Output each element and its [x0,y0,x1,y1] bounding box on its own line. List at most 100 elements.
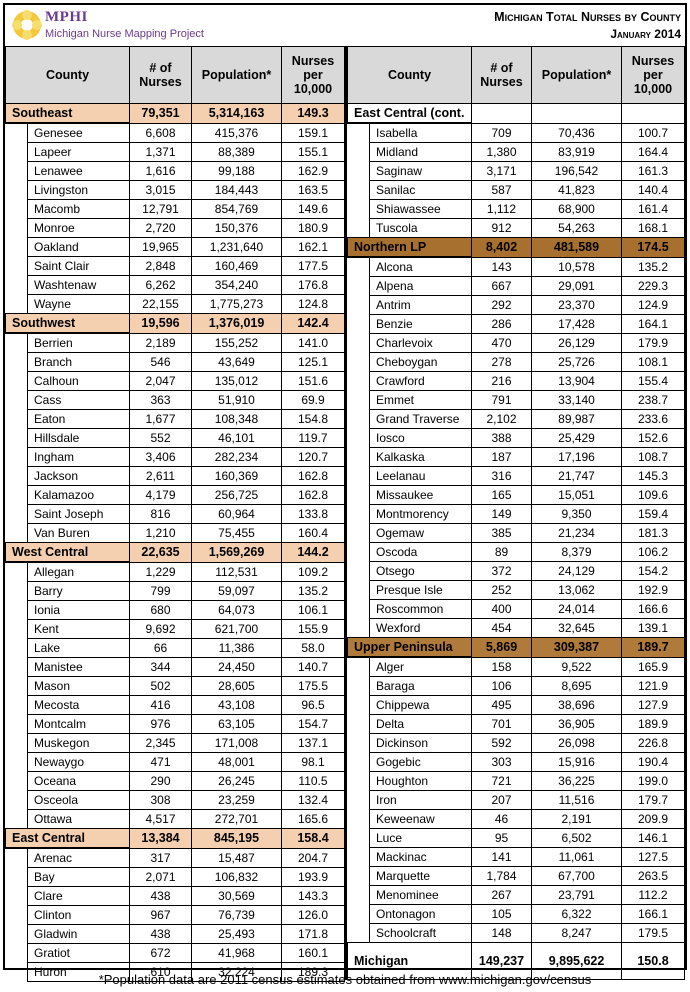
county-population: 51,910 [191,390,282,410]
table-header-row: County # of Nurses Population* Nurses per 1… [347,46,685,104]
county-rate: 164.4 [621,142,685,162]
indent-cell [5,562,28,582]
county-population: 30,569 [191,886,282,906]
county-rate: 139.1 [621,618,685,638]
table-row: Presque Isle 252 13,062 192.9 [347,580,685,600]
county-nurses: 680 [129,600,192,620]
county-population: 88,389 [191,142,282,162]
county-rate: 109.6 [621,485,685,505]
table-row: Ogemaw 385 21,234 181.3 [347,523,685,543]
indent-cell [5,199,28,219]
county-population: 11,516 [531,790,622,810]
county-rate: 181.3 [621,523,685,543]
table-header-row: County # of Nurses Population* Nurses per 1… [5,46,345,104]
county-rate: 108.7 [621,447,685,467]
county-population: 36,905 [531,714,622,734]
county-population: 24,129 [531,561,622,581]
county-name: Alcona [369,256,472,277]
indent-cell [347,695,370,715]
county-nurses: 3,015 [129,180,192,200]
indent-cell [5,809,28,829]
county-nurses: 158 [471,656,532,677]
county-name: Montcalm [27,714,130,734]
county-name: Ontonagon [369,904,472,924]
region-population: 309,387 [531,637,622,658]
county-rate: 238.7 [621,390,685,410]
region-rate: 149.3 [281,103,345,124]
county-population: 10,578 [531,256,622,277]
indent-cell [347,276,370,296]
county-name: Keweenaw [369,809,472,829]
region-name: East Central (cont. [347,103,472,124]
county-nurses: 372 [471,561,532,581]
county-rate: 163.5 [281,180,345,200]
indent-cell [347,809,370,829]
header-nurses: # of Nurses [129,46,192,104]
county-name: Bay [27,867,130,887]
indent-cell [347,352,370,372]
county-population: 38,696 [531,695,622,715]
county-name: Shiawassee [369,199,472,219]
indent-cell [5,581,28,601]
county-name: Gratiot [27,943,130,963]
county-name: Alpena [369,276,472,296]
county-nurses: 317 [129,847,192,868]
county-population: 67,700 [531,866,622,886]
region-population: 1,569,269 [191,542,282,563]
county-population: 17,428 [531,314,622,334]
county-rate: 190.4 [621,752,685,772]
indent-cell [5,676,28,696]
county-nurses: 1,229 [129,561,192,582]
county-rate: 189.9 [621,714,685,734]
county-nurses: 2,720 [129,218,192,238]
table-row: Ottawa 4,517 272,701 165.6 [5,809,345,829]
county-population: 41,823 [531,180,622,200]
region-nurses: 5,869 [471,637,532,658]
county-nurses: 912 [471,218,532,238]
county-rate: 179.9 [621,333,685,353]
county-nurses: 149 [471,504,532,524]
county-population: 48,001 [191,752,282,772]
indent-cell [347,485,370,505]
county-nurses: 495 [471,695,532,715]
indent-cell [5,943,28,963]
county-name: Eaton [27,409,130,429]
indent-cell [347,142,370,162]
table-row: Kalamazoo 4,179 256,725 162.8 [5,485,345,505]
table-row: Alpena 667 29,091 229.3 [347,276,685,296]
county-population: 29,091 [531,276,622,296]
county-population: 1,231,640 [191,237,282,257]
county-name: Lake [27,638,130,658]
indent-cell [347,314,370,334]
indent-cell [347,885,370,905]
county-name: Cheboygan [369,352,472,372]
region-nurses: 13,384 [129,828,192,849]
county-nurses: 19,965 [129,237,192,257]
county-population: 13,062 [531,580,622,600]
county-rate: 155.4 [621,371,685,391]
indent-cell [5,409,28,429]
county-population: 196,542 [531,161,622,181]
county-rate: 164.1 [621,314,685,334]
county-nurses: 363 [129,390,192,410]
county-rate: 149.6 [281,199,345,219]
county-rate: 180.9 [281,218,345,238]
county-name: Livingston [27,180,130,200]
county-name: Mason [27,676,130,696]
county-population: 171,008 [191,733,282,753]
county-name: Hillsdale [27,428,130,448]
indent-cell [347,657,370,677]
county-nurses: 252 [471,580,532,600]
county-nurses: 3,171 [471,161,532,181]
header-population: Population* [531,46,622,104]
county-rate: 159.4 [621,504,685,524]
county-nurses: 1,784 [471,866,532,886]
indent-cell [347,599,370,619]
county-name: Saint Clair [27,256,130,276]
county-name: Gogebic [369,752,472,772]
table-row: Mason 502 28,605 175.5 [5,676,345,696]
indent-cell [347,904,370,924]
county-population: 150,376 [191,218,282,238]
county-name: Roscommon [369,599,472,619]
indent-cell [5,523,28,543]
